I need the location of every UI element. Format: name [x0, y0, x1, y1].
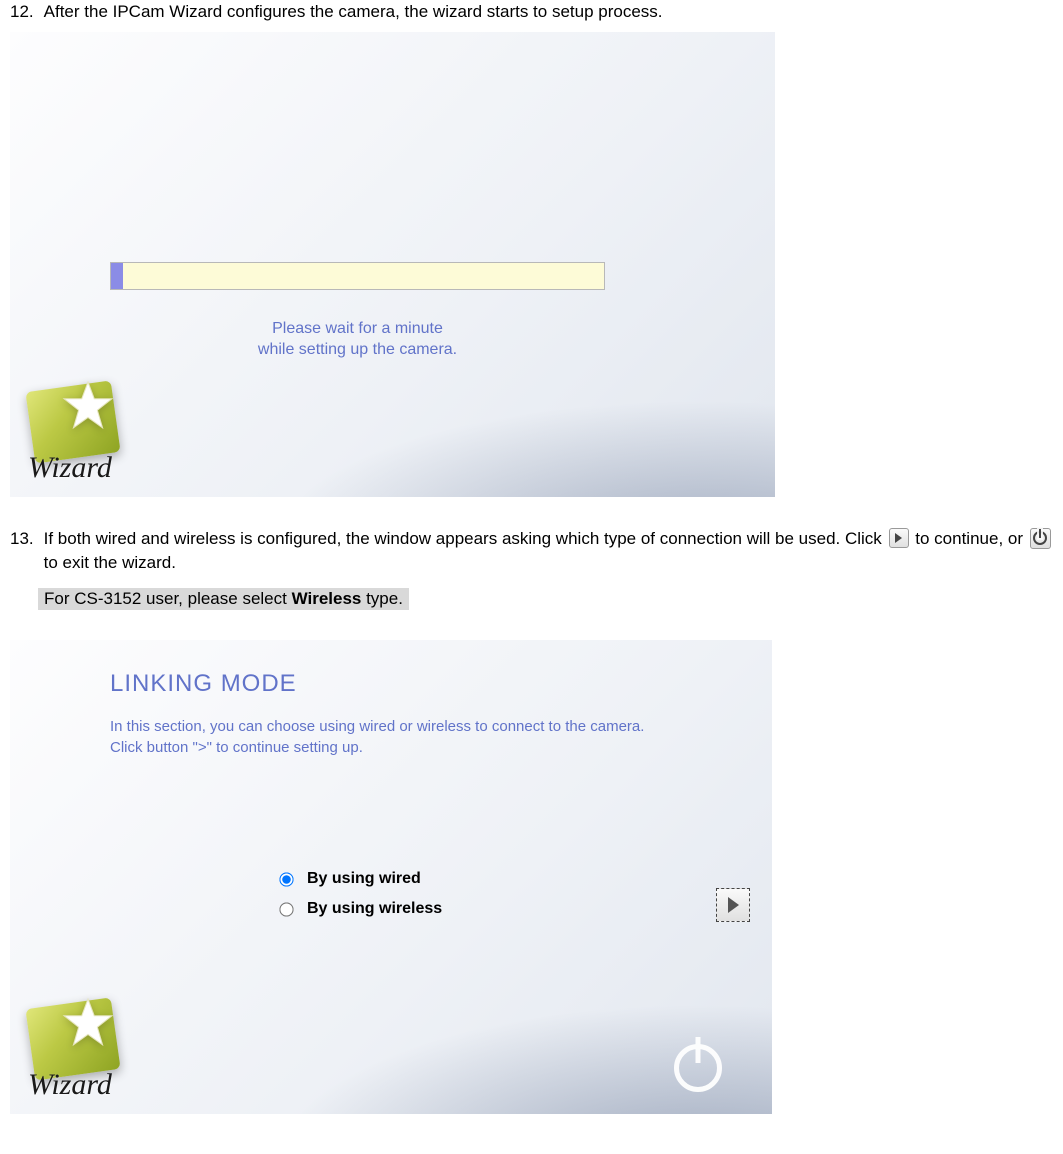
- setup-progress-bar: [110, 262, 605, 290]
- wizard-logo: Wizard: [18, 384, 138, 489]
- linking-mode-title: LINKING MODE: [110, 670, 732, 698]
- power-icon: [674, 1044, 722, 1092]
- wizard-linking-screenshot: LINKING MODE In this section, you can ch…: [10, 640, 772, 1114]
- step-12: 12. After the IPCam Wizard configures th…: [0, 0, 1063, 497]
- radio-wired-label: By using wired: [307, 870, 421, 888]
- wizard-label: Wizard: [28, 1068, 112, 1102]
- wizard-logo: Wizard: [18, 1001, 138, 1106]
- wizard-star-icon: [62, 380, 114, 432]
- step-12-header: 12. After the IPCam Wizard configures th…: [0, 0, 1063, 32]
- next-button[interactable]: [716, 888, 750, 922]
- step-13-text-part1: If both wired and wireless is configured…: [44, 529, 887, 548]
- radio-wireless-label: By using wireless: [307, 900, 442, 918]
- wizard-label: Wizard: [28, 451, 112, 485]
- note-suffix: type.: [361, 589, 403, 608]
- linking-mode-desc: In this section, you can choose using wi…: [110, 716, 650, 758]
- step-12-text: After the IPCam Wizard configures the ca…: [44, 0, 1053, 24]
- radio-wired[interactable]: By using wired: [280, 870, 442, 888]
- power-icon: [1030, 528, 1051, 549]
- radio-wireless[interactable]: By using wireless: [280, 900, 442, 918]
- exit-wizard-button[interactable]: [670, 1040, 726, 1096]
- connection-type-radio-group: By using wired By using wireless: [280, 870, 442, 930]
- step-13-text-part2: to continue, or: [915, 529, 1027, 548]
- step-13-text: If both wired and wireless is configured…: [44, 527, 1053, 575]
- chevron-right-icon: [728, 897, 739, 913]
- step-13-note: For CS-3152 user, please select Wireless…: [38, 588, 409, 610]
- wait-line-2: while setting up the camera.: [258, 341, 457, 358]
- wizard-star-icon: [62, 997, 114, 1049]
- step-12-number: 12.: [10, 0, 34, 24]
- wait-line-1: Please wait for a minute: [272, 320, 443, 337]
- setup-progress-fill: [111, 263, 123, 289]
- radio-wired-input[interactable]: [279, 872, 293, 886]
- note-prefix: For CS-3152 user, please select: [44, 589, 292, 608]
- radio-wireless-input[interactable]: [279, 902, 293, 916]
- step-13: 13. If both wired and wireless is config…: [0, 527, 1063, 1115]
- step-13-number: 13.: [10, 527, 34, 551]
- wizard-progress-screenshot: Please wait for a minute while setting u…: [10, 32, 775, 497]
- wait-message: Please wait for a minute while setting u…: [110, 318, 605, 361]
- note-bold: Wireless: [292, 589, 362, 608]
- step-13-text-part3: to exit the wizard.: [44, 553, 176, 572]
- chevron-right-icon: [889, 528, 909, 548]
- step-13-header: 13. If both wired and wireless is config…: [0, 527, 1063, 583]
